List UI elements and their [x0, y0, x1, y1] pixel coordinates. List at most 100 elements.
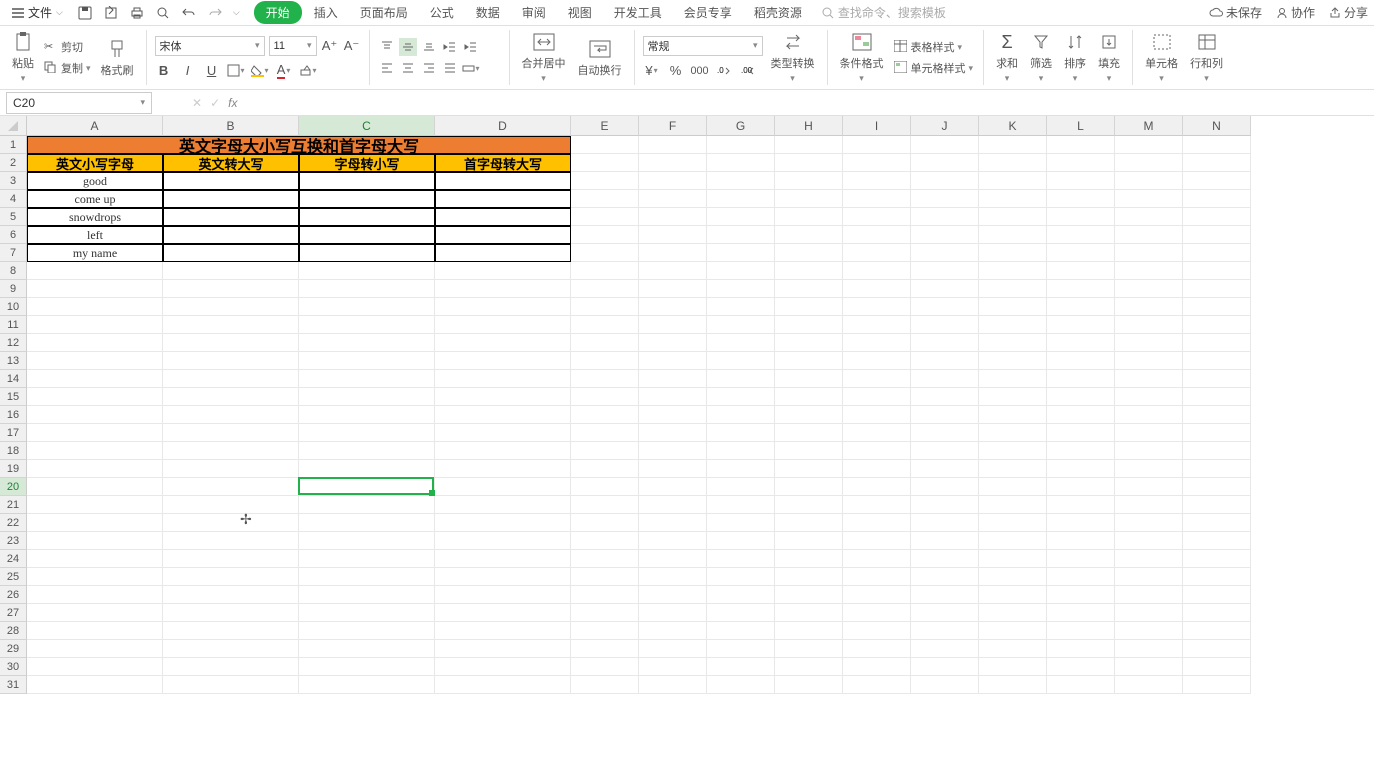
cell[interactable] [639, 640, 707, 658]
cell[interactable] [979, 658, 1047, 676]
collab-button[interactable]: 协作 [1276, 4, 1315, 21]
cell[interactable] [979, 532, 1047, 550]
cell[interactable] [163, 388, 299, 406]
cell[interactable] [639, 532, 707, 550]
cell[interactable] [1183, 388, 1251, 406]
cell[interactable] [911, 478, 979, 496]
cell[interactable] [1183, 676, 1251, 694]
cell[interactable] [707, 352, 775, 370]
cell[interactable] [27, 532, 163, 550]
table-cell[interactable]: my name [27, 244, 163, 262]
cell[interactable] [843, 460, 911, 478]
cell[interactable] [435, 388, 571, 406]
cell[interactable] [843, 226, 911, 244]
cell[interactable] [435, 586, 571, 604]
cell[interactable] [299, 334, 435, 352]
cell[interactable] [435, 676, 571, 694]
cell[interactable] [163, 586, 299, 604]
cell[interactable] [843, 262, 911, 280]
cell[interactable] [1183, 226, 1251, 244]
cell[interactable] [27, 442, 163, 460]
row-header[interactable]: 29 [0, 640, 27, 658]
align-bottom-icon[interactable] [420, 38, 438, 56]
cell[interactable] [1047, 352, 1115, 370]
cell[interactable] [1047, 550, 1115, 568]
row-header[interactable]: 12 [0, 334, 27, 352]
number-format-select[interactable]: 常规▾ [643, 36, 763, 56]
cell[interactable] [911, 370, 979, 388]
cell[interactable] [163, 352, 299, 370]
cell[interactable] [571, 316, 639, 334]
cell[interactable] [27, 640, 163, 658]
cell[interactable] [843, 334, 911, 352]
cell[interactable] [911, 496, 979, 514]
cell[interactable] [843, 478, 911, 496]
cell[interactable] [163, 478, 299, 496]
row-header[interactable]: 11 [0, 316, 27, 334]
tab-formula[interactable]: 公式 [420, 1, 464, 24]
cell[interactable] [435, 442, 571, 460]
cell[interactable] [27, 262, 163, 280]
orientation-icon[interactable] [483, 38, 501, 56]
cell[interactable] [571, 280, 639, 298]
cell[interactable] [27, 334, 163, 352]
cell[interactable] [1047, 586, 1115, 604]
cell[interactable] [1115, 244, 1183, 262]
cell[interactable] [435, 622, 571, 640]
cell[interactable] [27, 586, 163, 604]
cell[interactable] [1183, 658, 1251, 676]
cell[interactable] [979, 550, 1047, 568]
cell[interactable] [1183, 514, 1251, 532]
cell[interactable] [707, 442, 775, 460]
align-left-icon[interactable] [378, 59, 396, 77]
cell[interactable] [707, 676, 775, 694]
cell[interactable] [639, 352, 707, 370]
cell[interactable] [843, 298, 911, 316]
cell[interactable] [571, 298, 639, 316]
cell[interactable] [911, 568, 979, 586]
cell[interactable] [639, 496, 707, 514]
cell[interactable] [775, 568, 843, 586]
align-center-icon[interactable] [399, 59, 417, 77]
tab-layout[interactable]: 页面布局 [350, 1, 418, 24]
cell[interactable] [775, 262, 843, 280]
cell[interactable] [775, 406, 843, 424]
cell[interactable] [435, 460, 571, 478]
cell[interactable] [1115, 190, 1183, 208]
cell[interactable] [775, 190, 843, 208]
cell[interactable] [1115, 622, 1183, 640]
cell[interactable] [707, 298, 775, 316]
cell[interactable] [435, 262, 571, 280]
cell[interactable] [775, 514, 843, 532]
cell[interactable] [27, 406, 163, 424]
cell[interactable] [571, 442, 639, 460]
fx-icon[interactable]: fx [228, 96, 237, 110]
cell[interactable] [27, 550, 163, 568]
cell[interactable] [435, 352, 571, 370]
cell[interactable] [911, 352, 979, 370]
cell[interactable] [571, 496, 639, 514]
cell[interactable] [979, 514, 1047, 532]
cell[interactable] [299, 604, 435, 622]
cell[interactable] [707, 280, 775, 298]
tab-dev[interactable]: 开发工具 [604, 1, 672, 24]
column-header[interactable]: I [843, 116, 911, 136]
cell[interactable] [1183, 640, 1251, 658]
row-header[interactable]: 27 [0, 604, 27, 622]
cell[interactable] [1183, 568, 1251, 586]
row-header[interactable]: 18 [0, 442, 27, 460]
cell[interactable] [843, 316, 911, 334]
cell[interactable] [775, 208, 843, 226]
cell[interactable] [843, 586, 911, 604]
cell[interactable] [1115, 496, 1183, 514]
fill-button[interactable]: 填充▾ [1094, 29, 1124, 86]
cell[interactable] [163, 280, 299, 298]
cell[interactable] [979, 370, 1047, 388]
cell[interactable] [775, 658, 843, 676]
share-button[interactable]: 分享 [1329, 4, 1368, 21]
cell[interactable] [27, 352, 163, 370]
cell[interactable] [639, 676, 707, 694]
cell[interactable] [571, 550, 639, 568]
cell[interactable] [979, 442, 1047, 460]
cell[interactable] [707, 622, 775, 640]
